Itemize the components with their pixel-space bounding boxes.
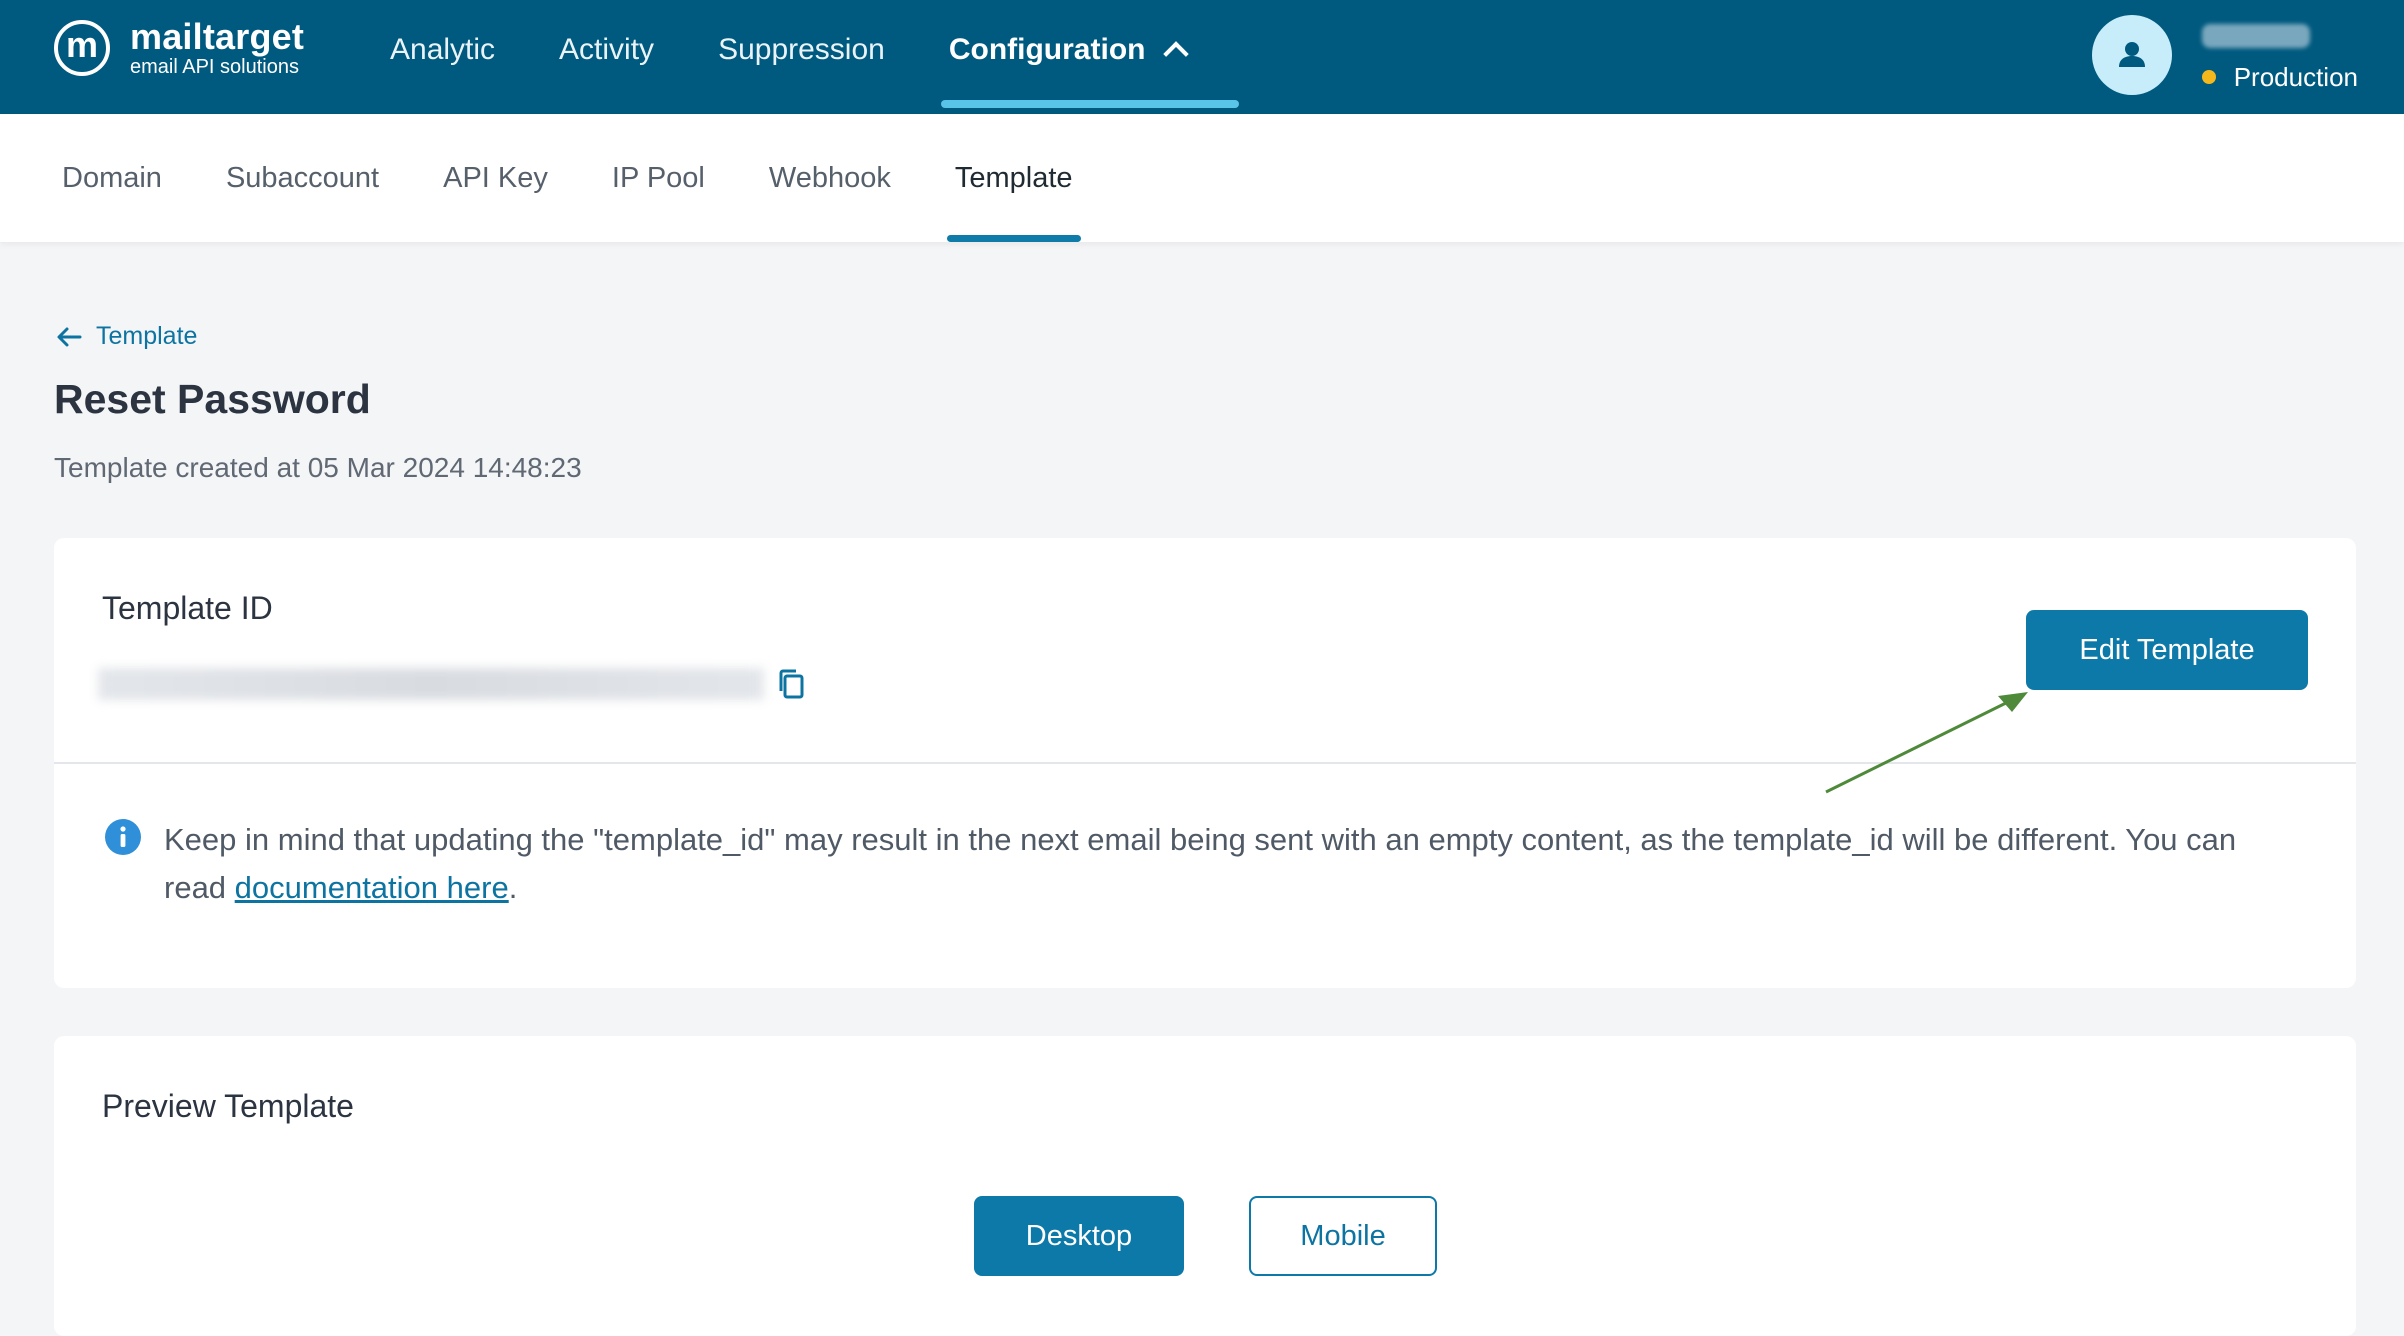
annotation-arrow-icon: [1825, 692, 2028, 794]
tab-label: Domain: [62, 161, 162, 194]
account-name-redacted: [2201, 23, 2310, 48]
preview-template-label: Preview Template: [102, 1088, 354, 1124]
tab-domain[interactable]: Domain: [62, 114, 162, 242]
notice-end: .: [508, 870, 518, 905]
template-id-row: [98, 668, 806, 700]
template-id-label: Template ID: [102, 590, 273, 626]
page-title: Reset Password: [54, 376, 371, 422]
main-nav: Analytic Activity Suppression Configurat…: [390, 0, 1249, 114]
account-menu[interactable]: Production: [2091, 10, 2358, 100]
chevron-up-icon: [1163, 41, 1190, 67]
tab-label: Template: [954, 161, 1073, 194]
arrow-left-icon: [57, 327, 82, 346]
tab-label: IP Pool: [611, 161, 705, 194]
documentation-link[interactable]: documentation here: [235, 870, 509, 905]
brand-name: mailtarget: [130, 16, 305, 57]
info-icon: [105, 819, 141, 855]
environment-label: Production: [2233, 61, 2358, 92]
back-to-template-link[interactable]: Template: [56, 322, 197, 351]
back-link-label: Template: [96, 322, 198, 350]
template-id-value-redacted: [98, 668, 764, 700]
tab-ip-pool[interactable]: IP Pool: [612, 114, 705, 242]
sub-navigation: Domain Subaccount API Key IP Pool Webhoo…: [0, 114, 2404, 242]
tab-template[interactable]: Template: [946, 114, 1081, 242]
tab-label: Webhook: [768, 161, 891, 194]
tab-label: API Key: [443, 161, 548, 194]
user-icon: [2118, 42, 2145, 67]
edit-template-button[interactable]: Edit Template: [2026, 610, 2308, 690]
nav-item-analytic[interactable]: Analytic: [390, 0, 495, 100]
notice-text: Keep in mind that updating the "template…: [164, 816, 2244, 912]
environment-indicator: Production: [2201, 61, 2358, 93]
tab-webhook[interactable]: Webhook: [769, 114, 891, 242]
nav-item-label: Suppression: [718, 33, 885, 66]
desktop-preview-button[interactable]: Desktop: [974, 1196, 1184, 1276]
tab-api-key[interactable]: API Key: [443, 114, 548, 242]
nav-item-label: Activity: [559, 33, 655, 66]
tab-subaccount[interactable]: Subaccount: [226, 114, 379, 242]
template-id-notice: Keep in mind that updating the "template…: [104, 816, 2244, 912]
top-navigation-bar: m mailtarget email API solutions Analyti…: [0, 0, 2404, 114]
mobile-preview-button[interactable]: Mobile: [1249, 1196, 1437, 1276]
account-info: Production: [2201, 18, 2358, 93]
nav-item-suppression[interactable]: Suppression: [718, 0, 885, 100]
nav-item-configuration[interactable]: Configuration: [940, 0, 1240, 108]
logo-mark-icon: m: [54, 20, 110, 76]
template-created-timestamp: Template created at 05 Mar 2024 14:48:23: [54, 452, 582, 483]
nav-item-label: Configuration: [948, 33, 1146, 66]
tab-label: Subaccount: [225, 161, 380, 194]
nav-item-activity[interactable]: Activity: [559, 0, 654, 100]
copy-icon[interactable]: [776, 668, 806, 700]
logo-text: mailtarget email API solutions: [130, 16, 305, 79]
nav-item-label: Analytic: [390, 33, 496, 66]
environment-status-dot: [2201, 70, 2216, 84]
brand-logo[interactable]: m mailtarget email API solutions: [54, 18, 304, 78]
brand-tagline: email API solutions: [130, 56, 299, 78]
preview-template-card: Preview Template Desktop Mobile: [54, 1036, 2356, 1336]
avatar[interactable]: [2091, 15, 2172, 95]
